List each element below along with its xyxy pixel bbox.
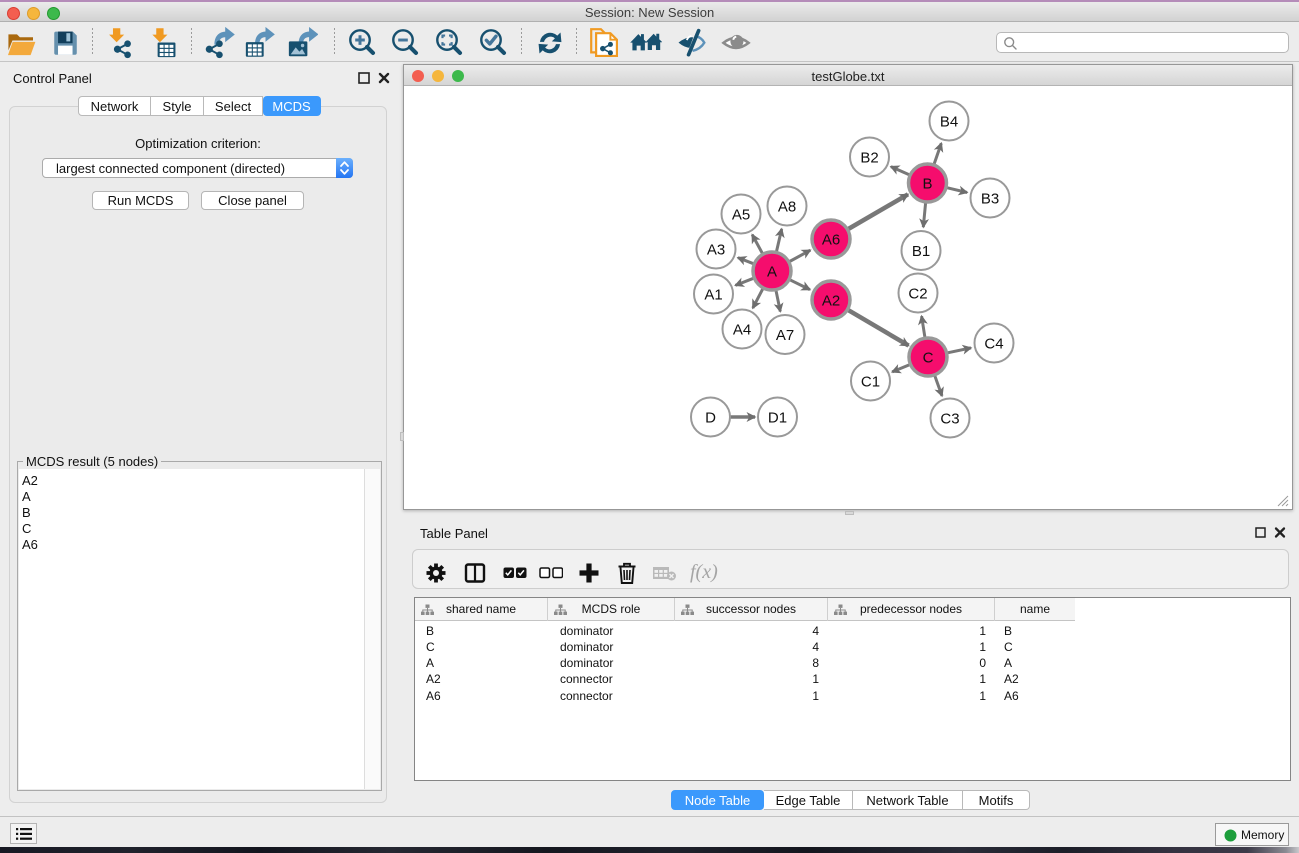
svg-text:A4: A4 [733,322,751,339]
svg-text:A3: A3 [707,242,725,259]
svg-text:A8: A8 [778,199,796,216]
svg-text:C2: C2 [908,286,927,303]
svg-text:A: A [767,264,777,281]
svg-text:B: B [922,176,932,193]
svg-text:A7: A7 [776,327,794,344]
svg-text:B3: B3 [981,191,999,208]
svg-text:D: D [705,410,716,427]
svg-text:B2: B2 [860,150,878,167]
svg-text:C: C [923,350,934,367]
svg-text:B4: B4 [940,114,958,131]
svg-text:A6: A6 [822,232,840,249]
svg-text:C4: C4 [984,336,1003,353]
svg-text:A5: A5 [732,207,750,224]
svg-text:A2: A2 [822,293,840,310]
svg-text:B1: B1 [912,243,930,260]
svg-text:D1: D1 [768,410,787,427]
svg-text:C1: C1 [861,374,880,391]
svg-text:C3: C3 [940,411,959,428]
svg-text:A1: A1 [704,287,722,304]
